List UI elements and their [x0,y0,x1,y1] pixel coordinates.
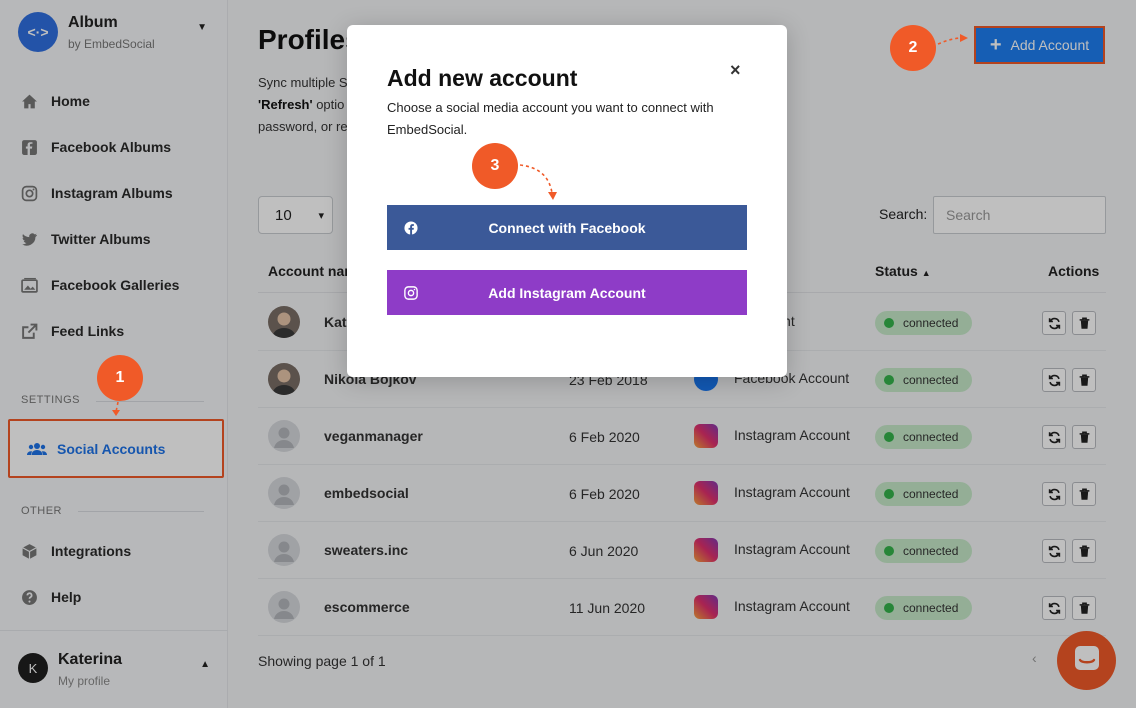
connect-facebook-label: Connect with Facebook [488,219,646,236]
instagram-icon [404,286,418,300]
facebook-icon [404,221,418,235]
step-callout-1: 1 [97,355,143,401]
add-instagram-label: Add Instagram Account [488,284,646,301]
add-instagram-button[interactable]: Add Instagram Account [387,270,747,315]
step-callout-2: 2 [890,25,936,71]
step-callout-3: 3 [472,143,518,189]
modal-description: Choose a social media account you want t… [387,100,714,137]
connect-facebook-button[interactable]: Connect with Facebook [387,205,747,250]
close-icon[interactable]: × [730,60,741,81]
add-account-modal: Add new account × Choose a social media … [347,25,787,377]
modal-title: Add new account [387,65,578,91]
